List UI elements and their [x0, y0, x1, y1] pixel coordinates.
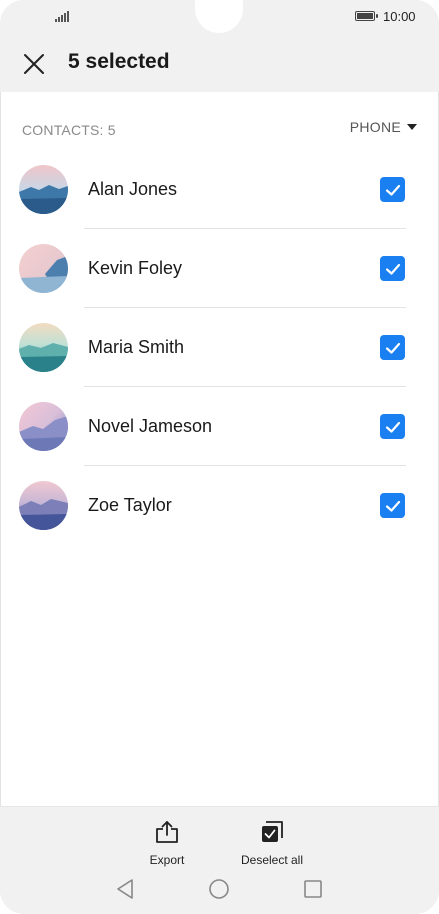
avatar: [19, 323, 68, 372]
avatar: [19, 402, 68, 451]
avatar: [19, 481, 68, 530]
contact-name: Kevin Foley: [88, 258, 183, 278]
account-filter-label: PHONE: [349, 119, 401, 135]
contact-name: Novel Jameson: [88, 416, 213, 436]
battery-tip: [376, 14, 378, 18]
status-clock: 10:00: [383, 9, 416, 24]
contact-checkbox[interactable]: [380, 493, 405, 518]
contact-row-maria-smith[interactable]: Maria Smith: [0, 308, 439, 387]
checkmark-icon: [385, 421, 400, 433]
checkmark-icon: [385, 184, 400, 196]
close-button[interactable]: [20, 50, 48, 78]
deselect-all-icon: [262, 821, 283, 842]
caret-down-icon: [407, 124, 417, 130]
nav-recents-button[interactable]: [302, 878, 324, 905]
avatar: [19, 165, 68, 214]
contact-list: Alan Jones Kevin Foley Maria Smith Novel…: [0, 150, 439, 545]
contact-row-novel-jameson[interactable]: Novel Jameson: [0, 387, 439, 466]
account-filter-dropdown[interactable]: PHONE: [350, 119, 417, 135]
contact-row-zoe-taylor[interactable]: Zoe Taylor: [0, 466, 439, 545]
avatar: [19, 244, 68, 293]
contact-row-kevin-foley[interactable]: Kevin Foley: [0, 229, 439, 308]
back-triangle-icon: [117, 879, 133, 899]
home-circle-icon: [209, 879, 229, 899]
export-label: Export: [149, 853, 185, 867]
contact-checkbox[interactable]: [380, 414, 405, 439]
contact-name: Alan Jones: [88, 179, 178, 199]
signal-icon: [55, 11, 69, 22]
deselect-all-button[interactable]: Deselect all: [238, 819, 306, 867]
export-button[interactable]: Export: [147, 819, 187, 867]
contact-checkbox[interactable]: [380, 177, 405, 202]
checkmark-icon: [385, 500, 400, 512]
page-title: 5 selected: [68, 50, 170, 73]
status-bar: 10:00: [0, 0, 439, 34]
contact-row-alan-jones[interactable]: Alan Jones: [0, 150, 439, 229]
contact-checkbox[interactable]: [380, 335, 405, 360]
contacts-count-label: CONTACTS: 5: [22, 122, 116, 138]
nav-back-button[interactable]: [115, 878, 135, 905]
deselect-all-label: Deselect all: [240, 853, 304, 867]
contact-name: Zoe Taylor: [88, 495, 172, 515]
system-nav-bar: [0, 870, 439, 910]
list-header: CONTACTS: 5 PHONE: [0, 110, 439, 150]
checkmark-icon: [385, 342, 400, 354]
contact-name: Maria Smith: [88, 337, 185, 357]
checkmark-icon: [385, 263, 400, 275]
export-icon: [156, 821, 178, 843]
camera-notch: [195, 0, 243, 33]
selection-header: 5 selected: [0, 34, 439, 92]
contact-checkbox[interactable]: [380, 256, 405, 281]
close-icon: [24, 54, 44, 74]
nav-home-button[interactable]: [208, 878, 230, 905]
battery-icon: [355, 11, 375, 21]
recents-square-icon: [304, 880, 322, 898]
phone-screen: 10:00 5 selected CONTACTS: 5 PHONE Alan …: [0, 0, 439, 914]
